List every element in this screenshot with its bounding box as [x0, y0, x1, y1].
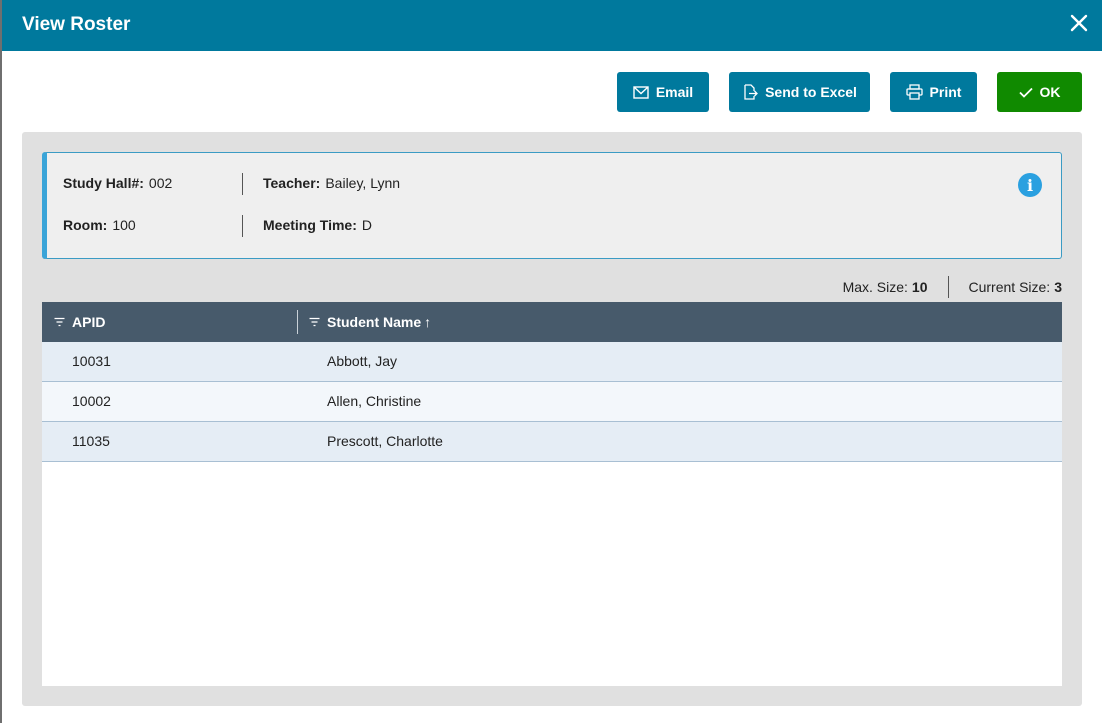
- ok-button-label: OK: [1039, 84, 1061, 100]
- checkmark-icon: [1018, 87, 1033, 98]
- close-icon[interactable]: [1068, 12, 1090, 34]
- room-value: 100: [112, 217, 136, 233]
- print-button-label: Print: [929, 84, 962, 100]
- column-header-apid[interactable]: APID: [54, 302, 105, 342]
- apid-cell: 11035: [72, 433, 110, 449]
- grid-header: APID Student Name ↑: [42, 302, 1062, 342]
- export-icon: [742, 84, 759, 100]
- table-row[interactable]: 10002 Allen, Christine: [42, 382, 1062, 422]
- apid-cell: 10031: [72, 353, 111, 369]
- meeting-time-label: Meeting Time:: [263, 217, 357, 233]
- roster-grid: APID Student Name ↑ 10031 Abbott, Jay 10…: [42, 302, 1062, 686]
- teacher-value: Bailey, Lynn: [325, 175, 401, 191]
- max-size-value: 10: [911, 279, 928, 295]
- column-header-student-name[interactable]: Student Name ↑: [309, 302, 431, 342]
- study-hall-field: Study Hall#: 002: [63, 175, 172, 191]
- study-hall-value: 002: [148, 175, 173, 191]
- toolbar: Email Send to Excel Print OK: [2, 72, 1102, 112]
- dialog-header: View Roster: [2, 0, 1102, 51]
- printer-icon: [905, 84, 923, 100]
- teacher-field: Teacher: Bailey, Lynn: [263, 175, 400, 191]
- column-label-student-name: Student Name ↑: [327, 314, 432, 330]
- room-field: Room: 100: [63, 217, 136, 233]
- ok-button[interactable]: OK: [997, 72, 1082, 112]
- info-icon[interactable]: i: [1018, 173, 1042, 197]
- content-panel: Study Hall#: 002 Teacher: Bailey, Lynn Roo…: [22, 132, 1082, 706]
- study-hall-label: Study Hall#:: [63, 175, 144, 191]
- student-name-cell: Allen, Christine: [327, 393, 422, 409]
- meeting-time-field: Meeting Time: D: [263, 217, 372, 233]
- email-button-label: Email: [655, 84, 694, 100]
- send-to-excel-label: Send to Excel: [765, 84, 857, 100]
- envelope-icon: [633, 85, 649, 99]
- current-size-value: 3: [1054, 279, 1062, 295]
- roster-size-summary: Max. Size: 10 Current Size: 3: [843, 276, 1062, 298]
- size-divider: [947, 276, 949, 298]
- email-button[interactable]: Email: [617, 72, 709, 112]
- sort-ascending-icon: ↑: [424, 314, 432, 330]
- filter-icon[interactable]: [54, 314, 65, 330]
- info-divider: [242, 215, 243, 237]
- current-size-label: Current Size:: [968, 279, 1051, 295]
- meeting-time-value: D: [361, 217, 372, 233]
- section-info-card: Study Hall#: 002 Teacher: Bailey, Lynn Roo…: [42, 152, 1062, 259]
- table-row[interactable]: 11035 Prescott, Charlotte: [42, 422, 1062, 462]
- print-button[interactable]: Print: [890, 72, 977, 112]
- dialog-title: View Roster: [22, 14, 131, 35]
- view-roster-dialog: View Roster Email Send to Excel Print OK…: [2, 0, 1102, 723]
- student-name-cell: Prescott, Charlotte: [327, 433, 443, 449]
- column-resize-handle[interactable]: [297, 310, 298, 334]
- filter-icon[interactable]: [309, 314, 320, 330]
- student-name-cell: Abbott, Jay: [327, 353, 398, 369]
- max-size-label: Max. Size:: [842, 279, 908, 295]
- teacher-label: Teacher:: [263, 175, 321, 191]
- table-row[interactable]: 10031 Abbott, Jay: [42, 342, 1062, 382]
- column-label-apid: APID: [72, 314, 106, 330]
- send-to-excel-button[interactable]: Send to Excel: [729, 72, 870, 112]
- room-label: Room:: [63, 217, 108, 233]
- info-divider: [242, 173, 243, 195]
- apid-cell: 10002: [72, 393, 111, 409]
